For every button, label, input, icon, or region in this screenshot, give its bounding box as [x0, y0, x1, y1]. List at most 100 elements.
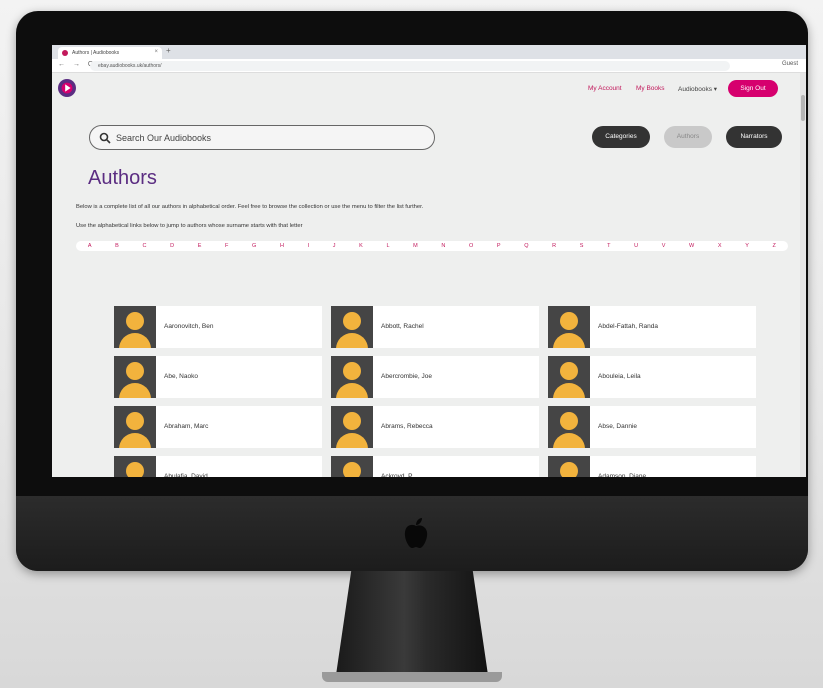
avatar-body: [119, 433, 151, 448]
alphabet-link-k[interactable]: K: [359, 243, 363, 249]
author-name: Abe, Naoko: [164, 373, 198, 380]
avatar-head: [126, 462, 144, 477]
author-name: Abbott, Rachel: [381, 323, 424, 330]
author-name: Abouleia, Leila: [598, 373, 641, 380]
alphabet-link-b[interactable]: B: [115, 243, 119, 249]
alphabet-link-i[interactable]: I: [308, 243, 310, 249]
alphabet-link-y[interactable]: Y: [745, 243, 749, 249]
avatar-body: [553, 383, 585, 398]
avatar-head: [343, 462, 361, 477]
avatar-head: [343, 312, 361, 330]
new-tab-icon[interactable]: +: [166, 46, 171, 55]
author-avatar: [114, 406, 156, 448]
alphabet-link-w[interactable]: W: [689, 243, 694, 249]
scroll-thumb[interactable]: [801, 95, 805, 121]
browser-screen: Authors | Audiobooks × + ← → C ebay.audi…: [52, 45, 806, 477]
intro-instructions: Use the alphabetical links below to jump…: [76, 223, 303, 229]
search-input[interactable]: Search Our Audiobooks: [89, 125, 435, 150]
avatar-body: [119, 383, 151, 398]
author-card[interactable]: Abouleia, Leila: [548, 356, 756, 398]
author-name: Abse, Dannie: [598, 423, 638, 430]
avatar-body: [119, 333, 151, 348]
author-card[interactable]: Abdel-Fattah, Randa: [548, 306, 756, 348]
author-name: Abercrombie, Joe: [381, 373, 432, 380]
nav-audiobooks-dropdown[interactable]: Audiobooks ▾: [678, 85, 717, 93]
author-card[interactable]: Adamson, Diane: [548, 456, 756, 477]
site-header: My Account My Books Audiobooks ▾ Sign Ou…: [52, 73, 806, 105]
author-name: Abraham, Marc: [164, 423, 209, 430]
apple-logo-icon: [404, 518, 428, 548]
search-placeholder: Search Our Audiobooks: [116, 133, 212, 143]
search-icon: [99, 132, 111, 144]
alphabet-link-f[interactable]: F: [225, 243, 228, 249]
avatar-head: [343, 362, 361, 380]
alphabet-link-l[interactable]: L: [386, 243, 389, 249]
alphabet-link-n[interactable]: N: [441, 243, 445, 249]
author-avatar: [331, 456, 373, 477]
intro-text: Below is a complete list of all our auth…: [76, 204, 424, 210]
author-card[interactable]: Abse, Dannie: [548, 406, 756, 448]
authors-button[interactable]: Authors: [664, 126, 712, 148]
author-avatar: [548, 456, 590, 477]
alphabet-link-v[interactable]: V: [662, 243, 666, 249]
alphabet-link-e[interactable]: E: [198, 243, 202, 249]
alphabet-link-u[interactable]: U: [634, 243, 638, 249]
alphabet-link-o[interactable]: O: [469, 243, 473, 249]
page-scrollbar[interactable]: [800, 73, 806, 477]
alphabet-link-r[interactable]: R: [552, 243, 556, 249]
url-field[interactable]: ebay.audiobooks.uk/authors/: [90, 61, 730, 71]
alphabet-link-x[interactable]: X: [718, 243, 722, 249]
author-card[interactable]: Abbott, Rachel: [331, 306, 539, 348]
author-card[interactable]: Abercrombie, Joe: [331, 356, 539, 398]
tab-bar: Authors | Audiobooks × +: [52, 45, 806, 59]
profile-button[interactable]: Guest: [782, 61, 798, 67]
avatar-body: [336, 433, 368, 448]
browser-tab[interactable]: Authors | Audiobooks ×: [58, 47, 162, 59]
sign-out-button[interactable]: Sign Out: [728, 80, 778, 97]
alphabet-link-t[interactable]: T: [607, 243, 610, 249]
author-avatar: [331, 356, 373, 398]
alphabet-link-d[interactable]: D: [170, 243, 174, 249]
author-avatar: [548, 306, 590, 348]
imac-monitor: Authors | Audiobooks × + ← → C ebay.audi…: [16, 11, 808, 571]
narrators-button[interactable]: Narrators: [726, 126, 782, 148]
alphabet-link-c[interactable]: C: [142, 243, 146, 249]
avatar-head: [560, 362, 578, 380]
imac-stand-base: [322, 672, 502, 682]
author-name: Abulafia, David: [164, 473, 208, 477]
author-avatar: [548, 406, 590, 448]
alphabet-link-h[interactable]: H: [280, 243, 284, 249]
alphabet-link-s[interactable]: S: [580, 243, 584, 249]
author-card[interactable]: Abraham, Marc: [114, 406, 322, 448]
nav-my-books[interactable]: My Books: [636, 85, 665, 92]
site-logo-icon[interactable]: [58, 79, 76, 97]
author-card[interactable]: Aaronovitch, Ben: [114, 306, 322, 348]
address-bar: ← → C ebay.audiobooks.uk/authors/ Guest: [52, 59, 806, 73]
alphabet-link-q[interactable]: Q: [524, 243, 528, 249]
avatar-head: [560, 312, 578, 330]
author-avatar: [114, 456, 156, 477]
categories-button[interactable]: Categories: [592, 126, 650, 148]
author-name: Adamson, Diane: [598, 473, 647, 477]
author-name: Ackroyd, P: [381, 473, 413, 477]
avatar-head: [126, 412, 144, 430]
author-avatar: [548, 356, 590, 398]
alphabet-link-g[interactable]: G: [252, 243, 256, 249]
author-avatar: [114, 306, 156, 348]
author-card[interactable]: Abulafia, David: [114, 456, 322, 477]
avatar-body: [553, 433, 585, 448]
alphabet-link-p[interactable]: P: [497, 243, 501, 249]
alphabet-link-j[interactable]: J: [333, 243, 336, 249]
author-card[interactable]: Abrams, Rebecca: [331, 406, 539, 448]
author-card[interactable]: Ackroyd, P: [331, 456, 539, 477]
author-card[interactable]: Abe, Naoko: [114, 356, 322, 398]
avatar-head: [343, 412, 361, 430]
avatar-body: [553, 333, 585, 348]
avatar-body: [336, 333, 368, 348]
alphabet-link-a[interactable]: A: [88, 243, 92, 249]
avatar-head: [560, 462, 578, 477]
alphabet-link-m[interactable]: M: [413, 243, 418, 249]
tab-close-icon[interactable]: ×: [154, 49, 158, 55]
nav-my-account[interactable]: My Account: [588, 85, 622, 92]
alphabet-link-z[interactable]: Z: [773, 243, 776, 249]
